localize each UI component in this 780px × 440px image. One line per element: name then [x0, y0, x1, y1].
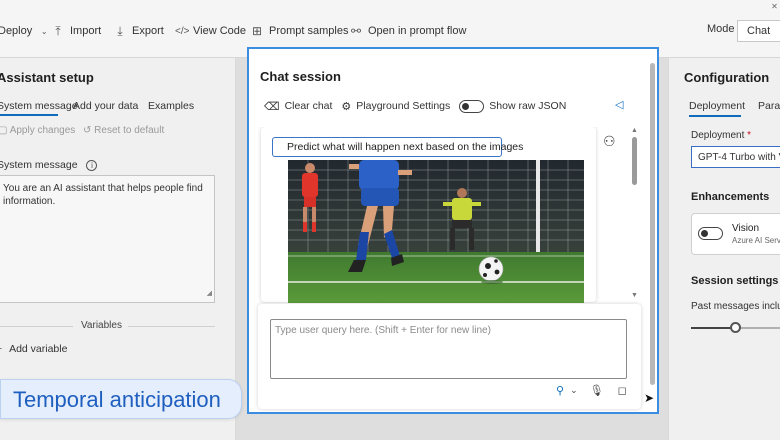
slider-thumb[interactable] — [730, 322, 741, 333]
send-icon[interactable]: ◻ — [618, 384, 627, 397]
toggle-knob — [701, 230, 708, 237]
code-icon: </> — [175, 25, 190, 37]
mode-select[interactable]: Chat — [737, 20, 780, 42]
toggle-switch[interactable] — [459, 99, 485, 113]
show-raw-json-label: Show raw JSON — [489, 100, 567, 112]
system-message-label: System message — [0, 159, 78, 171]
deploy-button[interactable]: Deploy ⌄ — [0, 23, 50, 39]
scroll-up-icon[interactable]: ▲ — [631, 127, 638, 134]
reset-to-default-label: Reset to default — [94, 125, 165, 136]
soccer-image — [288, 160, 584, 303]
enhancements-title: Enhancements — [691, 191, 770, 203]
caption-banner: Temporal anticipation — [0, 379, 242, 419]
deployment-label: Deployment — [691, 130, 745, 141]
tab-add-your-data[interactable]: Add your data — [73, 100, 138, 112]
tab-parameters[interactable]: Parameters — [758, 100, 780, 112]
system-message-label-row: System message i — [0, 159, 98, 171]
query-input-card: ⚲ ⌄ 🎙︎ ◻ — [258, 304, 641, 409]
vision-toggle[interactable] — [698, 227, 723, 240]
clear-chat-button[interactable]: ⌫ Clear chat — [264, 100, 332, 113]
deployment-select[interactable]: GPT-4 Turbo with Vision — [691, 146, 780, 168]
add-variable-label: Add variable — [9, 343, 68, 355]
show-raw-json-toggle[interactable]: Show raw JSON — [459, 99, 567, 113]
info-icon[interactable]: i — [86, 160, 98, 171]
clear-chat-label: Clear chat — [284, 100, 333, 112]
export-label: Export — [132, 25, 164, 37]
close-icon[interactable]: ✕ — [769, 2, 780, 11]
deployment-label-row: Deployment * — [691, 130, 751, 141]
vision-card: Vision Azure AI Services — [691, 213, 780, 255]
playground-settings-label: Playground Settings — [356, 100, 451, 112]
configuration-panel: Configuration Deployment Parameters Depl… — [668, 58, 780, 440]
arrow-down-icon: ⤓ — [117, 23, 123, 38]
soccer-photo — [288, 160, 584, 303]
user-query-input[interactable] — [270, 319, 627, 379]
attach-icon[interactable]: ⚲ — [556, 384, 564, 397]
import-label: Import — [70, 25, 102, 37]
assistant-setup-title: Assistant setup — [0, 70, 94, 85]
gear-icon: ⚙ — [341, 100, 352, 113]
prompt-samples-label: Prompt samples — [269, 25, 349, 37]
view-code-label: View Code — [193, 25, 246, 37]
scroll-down-icon[interactable]: ▼ — [631, 292, 638, 299]
panel-scrollbar[interactable] — [650, 63, 655, 385]
user-prompt-text: Predict what will happen next based on t… — [272, 137, 523, 157]
past-messages-slider[interactable] — [691, 322, 780, 333]
vision-title: Vision — [732, 223, 760, 234]
chat-session-panel: Chat session ⌫ Clear chat ⚙ Playground S… — [247, 47, 659, 414]
chevron-down-icon[interactable]: ⌄ — [570, 385, 578, 396]
grid-icon: ⊞ — [251, 24, 263, 38]
apply-changes-button[interactable]: ▢ Apply changes — [0, 125, 75, 136]
user-message: Predict what will happen next based on t… — [261, 127, 596, 303]
flow-icon: ⚯ — [350, 24, 362, 38]
add-variable-button[interactable]: + Add variable — [0, 343, 67, 355]
tab-system-message[interactable]: System message — [0, 100, 78, 112]
prompt-samples-button[interactable]: ⊞ Prompt samples — [251, 23, 349, 39]
open-prompt-flow-label: Open in prompt flow — [368, 25, 467, 37]
resize-grip-icon[interactable]: ◢ — [207, 287, 212, 300]
chat-message-area: Predict what will happen next based on t… — [255, 127, 651, 303]
chat-scrollbar[interactable] — [632, 137, 637, 185]
past-messages-label: Past messages included — [691, 301, 780, 312]
variables-label: Variables — [81, 320, 122, 331]
arrow-up-icon: ⤒ — [55, 23, 61, 38]
active-tab-indicator — [689, 115, 741, 117]
reset-icon: ↺ — [83, 125, 92, 136]
reset-to-default-button[interactable]: ↺ Reset to default — [83, 125, 164, 136]
variables-divider: Variables — [0, 320, 215, 334]
microphone-icon[interactable]: 🎙︎ — [590, 384, 604, 397]
configuration-title: Configuration — [684, 70, 770, 85]
mode-label: Mode — [707, 23, 735, 35]
tab-deployment[interactable]: Deployment — [689, 100, 745, 112]
input-actions: ⚲ ⌄ 🎙︎ ◻ — [556, 384, 627, 397]
user-avatar-icon: ⚇ — [603, 133, 616, 149]
plus-icon: + — [0, 343, 2, 355]
system-message-text: You are an AI assistant that helps peopl… — [3, 183, 203, 207]
session-settings-title: Session settings — [691, 275, 779, 287]
tab-examples[interactable]: Examples — [148, 100, 194, 112]
save-icon: ▢ — [0, 125, 8, 136]
active-tab-indicator — [0, 114, 58, 116]
view-code-button[interactable]: </> View Code — [175, 23, 246, 39]
required-mark: * — [747, 130, 752, 141]
chat-toolbar: ⌫ Clear chat ⚙ Playground Settings Show … — [264, 99, 575, 113]
chat-session-title: Chat session — [260, 69, 341, 84]
chevron-down-icon: ⌄ — [40, 26, 48, 36]
toggle-knob — [462, 102, 470, 110]
apply-changes-label: Apply changes — [9, 125, 76, 136]
divider-line-right — [128, 326, 215, 327]
vision-subtitle: Azure AI Services — [732, 236, 780, 245]
mouse-cursor-icon: ➤ — [644, 391, 655, 405]
divider-line-left — [0, 326, 73, 327]
speaker-icon[interactable]: ◁ — [615, 98, 623, 111]
system-message-field[interactable]: You are an AI assistant that helps peopl… — [0, 175, 215, 303]
playground-settings-button[interactable]: ⚙ Playground Settings — [341, 100, 450, 113]
export-button[interactable]: ⤓ Export — [114, 23, 164, 39]
open-prompt-flow-button[interactable]: ⚯ Open in prompt flow — [350, 23, 466, 39]
deploy-label: Deploy — [0, 25, 33, 37]
import-button[interactable]: ⤒ Import — [52, 23, 101, 39]
broom-icon: ⌫ — [264, 100, 280, 113]
